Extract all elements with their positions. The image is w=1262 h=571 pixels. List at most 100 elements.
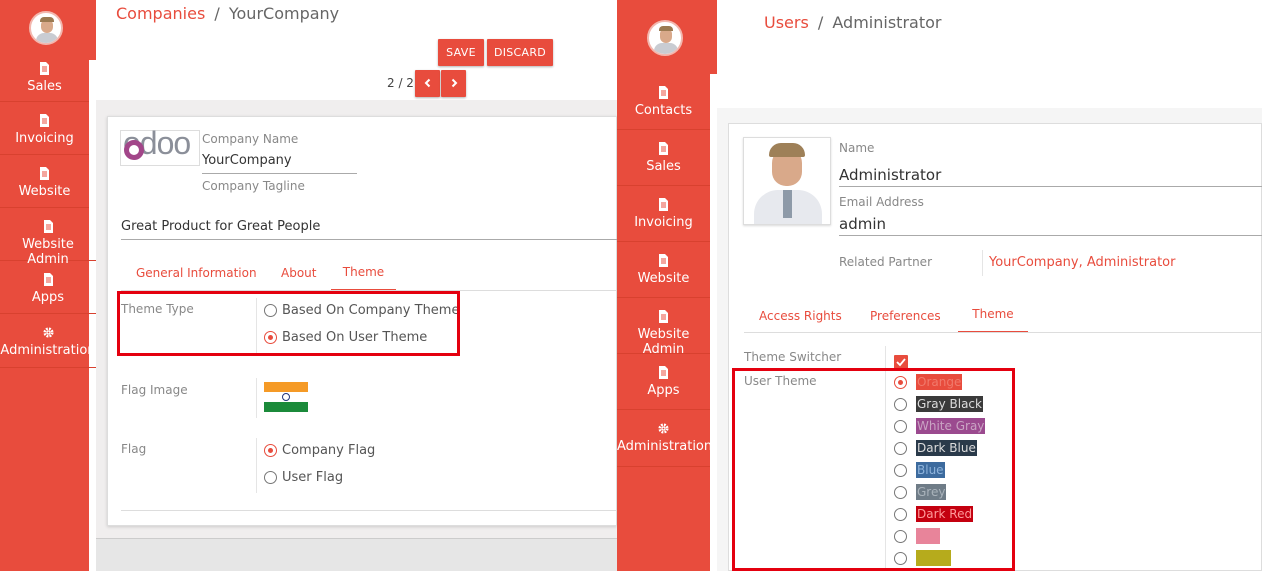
document-icon (40, 167, 49, 180)
theme-switcher-checkbox[interactable] (894, 355, 908, 369)
sidebar-item-website-admin[interactable]: Website Admin (617, 298, 710, 357)
left-footer-bg (96, 538, 617, 571)
tab-about[interactable]: About (281, 266, 316, 280)
breadcrumb-link-users[interactable]: Users (764, 13, 809, 32)
sidebar-item-website[interactable]: Website (617, 242, 710, 298)
sidebar-item-label: Invoicing (15, 131, 74, 146)
pager-next-button[interactable] (441, 70, 466, 97)
save-button[interactable]: SAVE (438, 39, 484, 66)
field-divider (885, 346, 886, 368)
theme-radio[interactable] (894, 486, 907, 499)
breadcrumb-separator: / (214, 4, 220, 23)
sidebar-item-website[interactable]: Website (0, 155, 89, 208)
theme-swatch: White Gray (916, 418, 986, 434)
related-partner-label: Related Partner (839, 255, 932, 269)
breadcrumb: Companies / YourCompany (116, 4, 339, 23)
radio-label: User Flag (282, 470, 344, 485)
sidebar-item-label: Administration (0, 343, 96, 358)
radio-user-flag[interactable] (264, 471, 277, 484)
tab-preferences[interactable]: Preferences (870, 309, 941, 323)
theme-radio[interactable] (894, 376, 907, 389)
tab-access-rights[interactable]: Access Rights (759, 309, 842, 323)
sidebar-item-apps[interactable]: Apps (617, 354, 710, 410)
sidebar-item-apps[interactable]: Apps (0, 261, 96, 314)
theme-radio[interactable] (894, 464, 907, 477)
right-sidebar-scrollbar[interactable] (710, 74, 717, 571)
theme-radio[interactable] (894, 398, 907, 411)
pager-previous-button[interactable] (415, 70, 440, 97)
theme-radio[interactable] (894, 442, 907, 455)
tab-general-information[interactable]: General Information (136, 266, 257, 280)
theme-swatch (916, 550, 951, 566)
checkmark-icon (896, 358, 906, 367)
theme-swatch: Blue (916, 462, 945, 478)
user-avatar[interactable] (29, 11, 63, 45)
theme-radio[interactable] (894, 420, 907, 433)
hair (769, 143, 805, 157)
odoo-logo-mark (124, 140, 144, 160)
sidebar-item-label: Apps (31, 290, 65, 305)
sidebar-item-administration[interactable]: Administration (617, 410, 713, 467)
field-divider (256, 438, 257, 493)
field-divider (982, 250, 983, 276)
breadcrumb-current: Administrator (832, 13, 942, 32)
sidebar-item-label: Administration (617, 439, 713, 454)
sidebar-item-label: Contacts (634, 103, 693, 118)
sidebar-item-contacts[interactable]: Contacts (617, 74, 710, 130)
sidebar-item-website-admin[interactable]: Website Admin (0, 208, 96, 267)
breadcrumb-separator: / (817, 13, 824, 32)
document-icon (659, 142, 668, 155)
theme-swatch (916, 528, 940, 544)
highlight-box (117, 291, 460, 356)
user-avatar[interactable] (647, 20, 683, 56)
theme-radio[interactable] (894, 508, 907, 521)
theme-radio[interactable] (894, 552, 907, 565)
gear-icon (658, 423, 669, 434)
sidebar-item-label: Apps (647, 383, 680, 398)
document-icon (43, 273, 53, 286)
sidebar-item-invoicing[interactable]: Invoicing (617, 186, 710, 242)
sidebar-item-sales[interactable]: Sales (0, 60, 89, 102)
flag-image[interactable] (264, 382, 308, 412)
document-icon (659, 366, 668, 379)
theme-radio[interactable] (894, 530, 907, 543)
document-icon (43, 220, 53, 233)
sidebar-item-label: Website (18, 184, 71, 199)
theme-switcher-label: Theme Switcher (744, 350, 842, 364)
tabs-divider (744, 332, 1262, 333)
gear-icon (42, 327, 54, 338)
theme-swatch: Grey (916, 484, 947, 500)
theme-swatch: Orange (916, 374, 963, 390)
company-name-field[interactable]: YourCompany (202, 153, 357, 174)
tab-theme[interactable]: Theme (331, 256, 396, 291)
related-partner-link[interactable]: YourCompany, Administrator (989, 255, 1175, 270)
breadcrumb-link-companies[interactable]: Companies (116, 4, 205, 23)
tab-theme[interactable]: Theme (958, 298, 1028, 333)
sidebar-item-invoicing[interactable]: Invoicing (0, 102, 89, 155)
sidebar-item-label: Website Admin (637, 327, 690, 357)
sidebar-item-administration[interactable]: Administration (0, 314, 96, 368)
form-bottom-divider (121, 510, 617, 511)
company-name-label: Company Name (202, 132, 299, 146)
user-photo[interactable] (743, 137, 831, 225)
email-field[interactable]: admin (839, 215, 1262, 236)
company-logo[interactable]: odoo (120, 125, 200, 166)
discard-button[interactable]: DISCARD (487, 39, 553, 66)
sidebar-item-sales[interactable]: Sales (617, 130, 710, 186)
chevron-left-icon (424, 78, 430, 88)
name-field[interactable]: Administrator (839, 166, 1262, 187)
sidebar-item-label: Invoicing (634, 215, 693, 230)
document-icon (659, 254, 668, 267)
radio-company-flag[interactable] (264, 444, 277, 457)
pager-counter: 2 / 2 (387, 76, 414, 90)
email-label: Email Address (839, 195, 924, 209)
theme-swatch: Dark Red (916, 506, 974, 522)
document-icon (40, 62, 49, 75)
breadcrumb: Users / Administrator (764, 13, 941, 32)
tie (783, 190, 792, 218)
document-icon (659, 198, 668, 211)
company-tagline-field[interactable]: Great Product for Great People (121, 219, 617, 240)
sidebar-item-label: Sales (27, 79, 62, 94)
theme-swatch: Gray Black (916, 396, 983, 412)
flag-label: Flag (121, 442, 147, 456)
